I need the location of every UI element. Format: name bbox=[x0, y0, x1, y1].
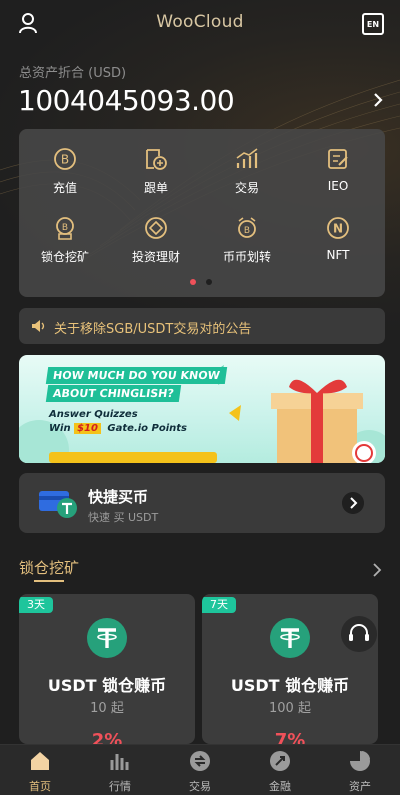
quick-buy-card[interactable]: 快捷买币 快速 买 USDT bbox=[19, 473, 385, 533]
top-bar: WooCloud EN bbox=[0, 0, 400, 46]
usdt-icon bbox=[270, 618, 310, 658]
menu-item-label: 投资理财 bbox=[131, 250, 180, 264]
menu-item-trade[interactable]: 交易 bbox=[207, 146, 287, 206]
copy-trade-icon bbox=[146, 149, 167, 170]
finance-icon bbox=[270, 751, 290, 771]
product-minimum: 100 起 bbox=[269, 701, 311, 716]
total-assets-label: 总资产折合 (USD) bbox=[19, 66, 127, 81]
svg-text:N: N bbox=[333, 222, 343, 236]
menu-item-deposit[interactable]: B 充值 bbox=[25, 146, 105, 206]
bottom-tab-bar: 首页 行情 交易 金融 资产 bbox=[0, 744, 400, 795]
tab-market[interactable]: 行情 bbox=[80, 745, 160, 795]
menu-item-label: 币币划转 bbox=[222, 250, 271, 264]
market-icon bbox=[110, 754, 129, 770]
nft-icon: N bbox=[327, 217, 349, 239]
total-assets-value: 1004045093.00 bbox=[18, 84, 235, 117]
announcement-text: 关于移除SGB/USDT交易对的公告 bbox=[54, 322, 252, 337]
promo-banner[interactable]: HOW MUCH DO YOU KNOW ABOUT CHINGLISH? An… bbox=[19, 355, 385, 463]
speaker-icon bbox=[32, 320, 45, 332]
transfer-icon: B bbox=[238, 217, 256, 238]
page-dot-active[interactable] bbox=[190, 279, 196, 285]
tab-trade[interactable]: 交易 bbox=[160, 745, 240, 795]
menu-item-copy-trade[interactable]: 跟单 bbox=[116, 146, 196, 206]
menu-item-transfer[interactable]: B 币币划转 bbox=[207, 215, 287, 275]
tab-label: 首页 bbox=[29, 780, 51, 793]
duration-tag: 3天 bbox=[19, 597, 53, 613]
product-rate: 7% bbox=[274, 730, 306, 744]
tab-label: 行情 bbox=[109, 780, 131, 793]
product-minimum: 10 起 bbox=[90, 701, 124, 716]
menu-item-invest[interactable]: 投资理财 bbox=[116, 215, 196, 275]
menu-item-label: 交易 bbox=[234, 181, 259, 195]
section-underline bbox=[34, 580, 64, 582]
menu-item-label: 锁仓挖矿 bbox=[40, 250, 89, 264]
banner-points-label: Gate.io Points bbox=[107, 423, 187, 434]
svg-text:B: B bbox=[61, 153, 69, 167]
arrow-right-icon[interactable] bbox=[342, 492, 364, 514]
page-dot[interactable] bbox=[206, 279, 212, 285]
announcement-bar[interactable]: 关于移除SGB/USDT交易对的公告 bbox=[19, 308, 385, 344]
lock-mining-icon: B bbox=[56, 217, 74, 240]
menu-item-label: IEO bbox=[327, 179, 349, 193]
menu-item-label: NFT bbox=[326, 248, 350, 262]
tab-assets[interactable]: 资产 bbox=[320, 745, 400, 795]
trade-icon bbox=[190, 751, 210, 771]
banner-subtitle-1: Answer Quizzes bbox=[49, 409, 138, 420]
tab-label: 交易 bbox=[189, 780, 211, 793]
customer-service-icon[interactable] bbox=[341, 616, 377, 652]
banner-amount: $10 bbox=[74, 423, 101, 434]
card-coin-icon bbox=[39, 491, 77, 518]
menu-item-ieo[interactable]: IEO bbox=[298, 146, 378, 206]
usdt-icon bbox=[87, 618, 127, 658]
quick-buy-subtitle: 快速 买 USDT bbox=[88, 511, 159, 524]
svg-text:B: B bbox=[62, 223, 68, 233]
banner-headline-2: ABOUT CHINGLISH? bbox=[45, 385, 181, 402]
product-name: USDT 锁仓赚币 bbox=[230, 676, 350, 695]
chevron-right-icon[interactable] bbox=[372, 92, 384, 108]
banner-win-label: Win bbox=[49, 423, 71, 434]
menu-item-label: 跟单 bbox=[143, 181, 168, 195]
menu-item-lock-mining[interactable]: B 锁仓挖矿 bbox=[25, 215, 105, 275]
tab-finance[interactable]: 金融 bbox=[240, 745, 320, 795]
chevron-right-icon[interactable] bbox=[372, 562, 382, 578]
assets-icon bbox=[350, 751, 370, 771]
home-icon bbox=[31, 752, 49, 770]
trade-icon bbox=[236, 148, 258, 168]
tab-home[interactable]: 首页 bbox=[0, 745, 80, 795]
menu-item-nft[interactable]: N NFT bbox=[298, 215, 378, 275]
section-title-lock-mining: 锁仓挖矿 bbox=[19, 559, 80, 577]
duration-tag: 7天 bbox=[202, 597, 236, 613]
app-title: WooCloud bbox=[156, 12, 244, 32]
product-card[interactable]: 3天 USDT 锁仓赚币 10 起 2% bbox=[19, 594, 195, 744]
banner-subtitle-2: Win $10 Gate.io Points bbox=[49, 423, 187, 434]
menu-item-label: 充值 bbox=[52, 181, 77, 195]
svg-text:B: B bbox=[244, 226, 250, 236]
tab-label: 资产 bbox=[349, 780, 371, 793]
product-rate: 2% bbox=[91, 730, 123, 744]
quick-buy-title: 快捷买币 bbox=[88, 488, 149, 506]
banner-headline-1: HOW MUCH DO YOU KNOW bbox=[45, 367, 227, 384]
language-switch-button[interactable]: EN bbox=[362, 13, 384, 35]
gift-box-illustration bbox=[271, 379, 376, 463]
deposit-icon: B bbox=[54, 148, 76, 170]
quick-menu-card: B 充值 跟单 交易 IEO B 锁仓挖矿 投资理财 B 币币划转 N NFT bbox=[19, 129, 385, 297]
invest-icon bbox=[145, 217, 167, 239]
tab-label: 金融 bbox=[269, 780, 291, 793]
ieo-icon bbox=[328, 149, 348, 169]
product-name: USDT 锁仓赚币 bbox=[47, 676, 167, 695]
